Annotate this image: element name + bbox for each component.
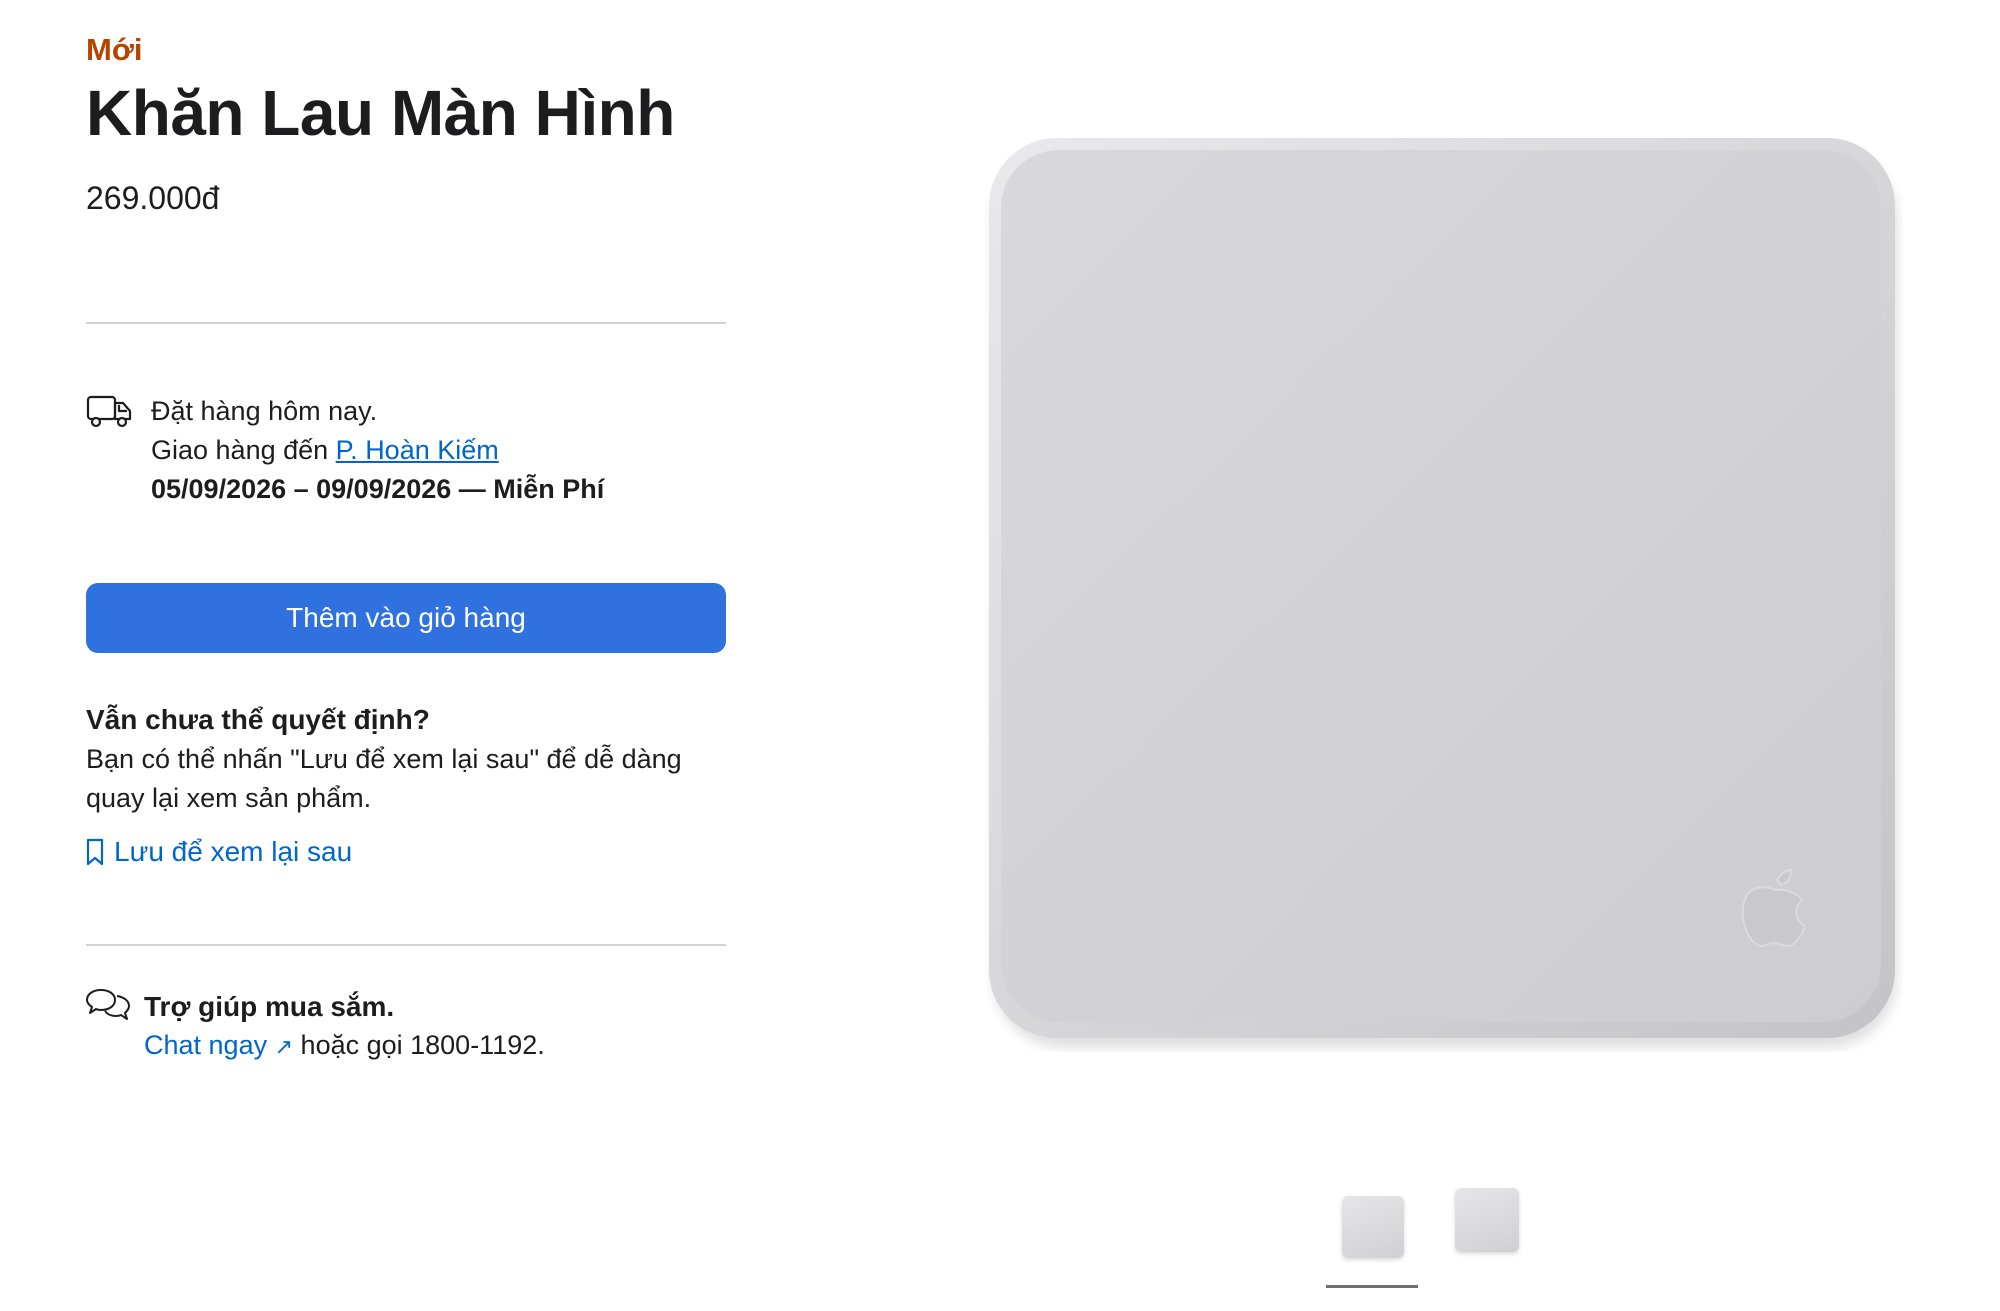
undecided-text: Bạn có thể nhấn "Lưu để xem lại sau" để … <box>86 744 682 813</box>
add-to-cart-button[interactable]: Thêm vào giỏ hàng <box>86 583 726 653</box>
save-for-later-label: Lưu để xem lại sau <box>114 836 353 867</box>
delivery-location-link[interactable]: P. Hoàn Kiếm <box>336 435 499 465</box>
new-badge: Mới <box>86 32 143 67</box>
bookmark-icon <box>86 838 104 866</box>
product-price: 269.000đ <box>86 180 220 216</box>
chat-bubbles-icon <box>86 989 130 1020</box>
delivery-location-line: Giao hàng đến P. Hoàn Kiếm <box>151 431 604 470</box>
polishing-cloth-image <box>989 138 1897 1048</box>
help-contact-line: Chat ngay ↗ hoặc gọi 1800-1192. <box>144 1026 545 1066</box>
thumbnail-image <box>1342 1196 1404 1258</box>
truck-icon <box>86 395 132 428</box>
save-for-later-link[interactable]: Lưu để xem lại sau <box>86 836 352 868</box>
divider <box>86 322 726 324</box>
thumbnail-image <box>1455 1188 1519 1252</box>
help-title: Trợ giúp mua sắm. <box>144 991 395 1022</box>
product-title: Khăn Lau Màn Hình <box>86 77 675 149</box>
thumbnail-cloth-front[interactable] <box>1342 1196 1404 1258</box>
order-today-text: Đặt hàng hôm nay. <box>151 396 378 426</box>
delivery-to-label: Giao hàng đến <box>151 435 336 465</box>
delivery-dates: 05/09/2026 – 09/09/2026 — Miễn Phí <box>151 474 605 504</box>
chat-now-link[interactable]: Chat ngay ↗ <box>144 1030 293 1060</box>
call-text: hoặc gọi 1800-1192. <box>293 1030 545 1060</box>
undecided-section: Vẫn chưa thể quyết định? Bạn có thể nhấn… <box>86 700 686 818</box>
thumbnail-cloth-angle[interactable] <box>1455 1188 1519 1252</box>
selected-thumbnail-indicator <box>1326 1285 1418 1288</box>
undecided-title: Vẫn chưa thể quyết định? <box>86 704 430 735</box>
divider <box>86 944 726 946</box>
gallery-thumbnails <box>1322 1186 1522 1296</box>
external-arrow-icon: ↗ <box>274 1034 294 1059</box>
chat-now-label: Chat ngay <box>144 1030 268 1060</box>
